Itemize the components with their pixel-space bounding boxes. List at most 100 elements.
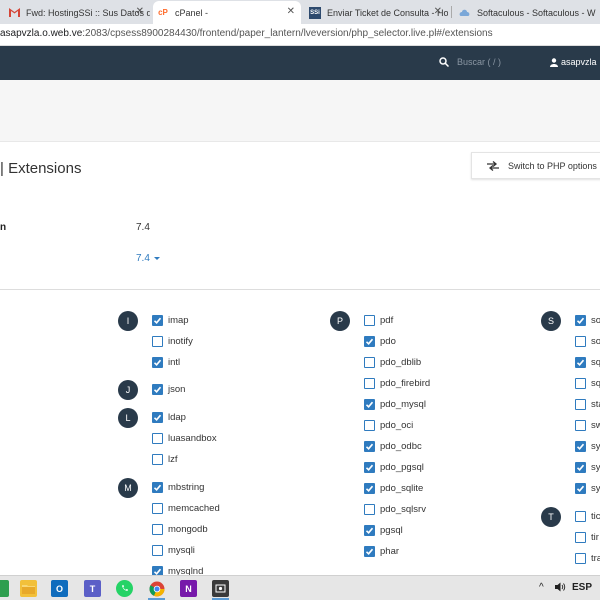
extension-item[interactable]: pdo_sqlite	[364, 483, 423, 494]
extension-item[interactable]: lzf	[152, 454, 178, 465]
extension-item[interactable]: sy	[575, 441, 600, 452]
extension-item[interactable]: sta	[575, 399, 600, 410]
extension-checkbox[interactable]	[364, 399, 375, 410]
extension-item[interactable]: luasandbox	[152, 433, 217, 444]
extension-item[interactable]: ldap	[152, 412, 186, 423]
user-menu[interactable]: asapvzla	[550, 57, 597, 67]
speaker-icon[interactable]	[555, 582, 566, 595]
extension-checkbox[interactable]	[364, 462, 375, 473]
extension-item[interactable]: sq	[575, 378, 600, 389]
extension-item[interactable]: so	[575, 315, 600, 326]
search-box[interactable]: Buscar ( / )	[439, 57, 501, 67]
extension-checkbox[interactable]	[575, 378, 586, 389]
close-icon[interactable]: ✕	[434, 6, 442, 17]
extension-checkbox[interactable]	[152, 336, 163, 347]
extension-item[interactable]: so	[575, 336, 600, 347]
extension-item[interactable]: mysqli	[152, 545, 195, 556]
close-icon[interactable]: ✕	[287, 6, 295, 17]
extension-checkbox[interactable]	[364, 441, 375, 452]
extension-checkbox[interactable]	[575, 420, 586, 431]
extension-item[interactable]: pdf	[364, 315, 393, 326]
extension-checkbox[interactable]	[364, 378, 375, 389]
extension-item[interactable]: memcached	[152, 503, 220, 514]
php-version-select[interactable]: 7.4	[136, 253, 160, 264]
extension-checkbox[interactable]	[575, 553, 586, 564]
extension-item[interactable]: inotify	[152, 336, 193, 347]
extension-checkbox[interactable]	[575, 357, 586, 368]
keyboard-language-icon[interactable]: ESP	[572, 582, 592, 593]
url-text[interactable]: asapvzla.o.web.ve:2083/cpsess8900284430/…	[0, 28, 493, 39]
file-explorer-icon[interactable]	[20, 580, 37, 597]
whatsapp-icon[interactable]	[116, 580, 133, 597]
extension-checkbox[interactable]	[575, 315, 586, 326]
address-bar[interactable]: asapvzla.o.web.ve:2083/cpsess8900284430/…	[0, 24, 600, 46]
extension-checkbox[interactable]	[152, 357, 163, 368]
extension-checkbox[interactable]	[575, 532, 586, 543]
extension-checkbox[interactable]	[364, 357, 375, 368]
extension-item[interactable]: sy	[575, 483, 600, 494]
extension-checkbox[interactable]	[575, 483, 586, 494]
extension-checkbox[interactable]	[575, 336, 586, 347]
tab-softaculous[interactable]: Softaculous - Softaculous - W	[455, 1, 600, 24]
tab-gmail[interactable]: Fwd: HostingSSi :: Sus Datos de ✕	[4, 1, 150, 24]
tray-chevron-icon[interactable]: ^	[539, 582, 544, 593]
extension-checkbox[interactable]	[364, 546, 375, 557]
extension-checkbox[interactable]	[364, 483, 375, 494]
extension-item[interactable]: phar	[364, 546, 399, 557]
extension-item[interactable]: mongodb	[152, 524, 208, 535]
extension-item[interactable]: pdo_oci	[364, 420, 413, 431]
extension-item[interactable]: pdo_odbc	[364, 441, 422, 452]
extension-checkbox[interactable]	[152, 315, 163, 326]
extension-item[interactable]: intl	[152, 357, 180, 368]
tab-ticket[interactable]: SSi Enviar Ticket de Consulta - Ho ✕	[305, 1, 448, 24]
extension-checkbox[interactable]	[575, 511, 586, 522]
extension-checkbox[interactable]	[575, 399, 586, 410]
extension-checkbox[interactable]	[152, 412, 163, 423]
tab-cpanel[interactable]: cP cPanel - ✕	[153, 1, 301, 24]
extension-item[interactable]: pdo_dblib	[364, 357, 421, 368]
extension-checkbox[interactable]	[152, 503, 163, 514]
extension-item[interactable]: pgsql	[364, 525, 403, 536]
extension-name: mysqli	[168, 545, 195, 556]
extension-item[interactable]: tra	[575, 553, 600, 564]
extension-name: pdo_oci	[380, 420, 414, 431]
extension-checkbox[interactable]	[152, 454, 163, 465]
extension-checkbox[interactable]	[152, 384, 163, 395]
photos-icon[interactable]	[212, 580, 229, 597]
teams-icon[interactable]: T	[84, 580, 101, 597]
extension-item[interactable]: pdo_firebird	[364, 378, 430, 389]
extension-item[interactable]: pdo_pgsql	[364, 462, 424, 473]
extension-item[interactable]: mbstring	[152, 482, 204, 493]
extension-item[interactable]: tir	[575, 532, 599, 543]
extension-checkbox[interactable]	[152, 482, 163, 493]
outlook-icon[interactable]: O	[51, 580, 68, 597]
extension-checkbox[interactable]	[152, 433, 163, 444]
onenote-icon[interactable]: N	[180, 580, 197, 597]
extension-checkbox[interactable]	[364, 315, 375, 326]
current-version-value: 7.4	[136, 222, 150, 233]
extension-checkbox[interactable]	[152, 524, 163, 535]
extension-item[interactable]: pdo	[364, 336, 396, 347]
extension-checkbox[interactable]	[364, 525, 375, 536]
extension-checkbox[interactable]	[575, 441, 586, 452]
extension-checkbox[interactable]	[364, 336, 375, 347]
extension-checkbox[interactable]	[152, 545, 163, 556]
app-icon[interactable]	[0, 580, 9, 597]
extension-name: so	[591, 336, 600, 347]
extension-checkbox[interactable]	[364, 420, 375, 431]
extension-item[interactable]: tic	[575, 511, 600, 522]
swap-arrows-icon	[487, 160, 499, 171]
extension-checkbox[interactable]	[364, 504, 375, 515]
extension-item[interactable]: sq	[575, 357, 600, 368]
close-icon[interactable]: ✕	[136, 6, 144, 17]
extension-item[interactable]: pdo_mysql	[364, 399, 426, 410]
extension-checkbox[interactable]	[575, 462, 586, 473]
chrome-icon[interactable]	[148, 580, 165, 597]
extension-item[interactable]: json	[152, 384, 185, 395]
extension-item[interactable]: sw	[575, 420, 600, 431]
extension-name: pdo_firebird	[380, 378, 431, 389]
extension-item[interactable]: pdo_sqlsrv	[364, 504, 426, 515]
extension-item[interactable]: sy	[575, 462, 600, 473]
switch-to-php-options-button[interactable]: Switch to PHP options	[471, 152, 600, 179]
extension-item[interactable]: imap	[152, 315, 189, 326]
